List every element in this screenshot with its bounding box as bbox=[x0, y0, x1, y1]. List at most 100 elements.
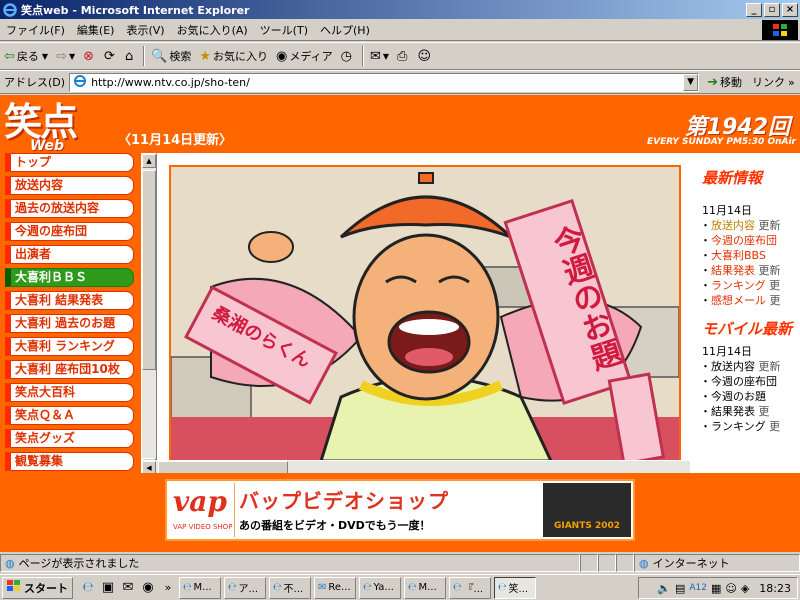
nav-item-goods[interactable]: 笑点グッズ bbox=[5, 429, 134, 448]
taskbar-button[interactable]: ℮ M... bbox=[404, 576, 446, 599]
news-item[interactable]: ・感想メール 更 bbox=[700, 293, 800, 308]
favorites-button[interactable]: ★ お気に入り bbox=[199, 48, 268, 64]
taskbar-button[interactable]: ℮ M... bbox=[179, 576, 221, 599]
scroll-up-icon[interactable]: ▲ bbox=[142, 154, 156, 168]
close-button[interactable]: × bbox=[782, 2, 798, 17]
page-icon bbox=[73, 74, 87, 91]
menu-help[interactable]: ヘルプ(H) bbox=[314, 22, 376, 38]
mobile-news-date: 11月14日 bbox=[702, 345, 752, 358]
minimize-button[interactable]: _ bbox=[746, 2, 762, 17]
nav-item-past-broadcast[interactable]: 過去の放送内容 bbox=[5, 199, 134, 218]
windows-flag-icon bbox=[7, 580, 21, 595]
links-button[interactable]: リンク bbox=[752, 74, 785, 90]
history-icon: ◷ bbox=[340, 48, 352, 64]
forward-arrow-icon: ⇨ bbox=[56, 48, 67, 64]
ime-icon[interactable]: A12 bbox=[689, 583, 707, 593]
vap-shop-title: バップビデオショップ bbox=[239, 489, 449, 513]
nav-item-top[interactable]: トップ bbox=[5, 153, 134, 172]
taskbar-button[interactable]: ✉ Re... bbox=[314, 576, 356, 599]
mobile-news-item[interactable]: ・放送内容 更新 bbox=[700, 359, 800, 374]
page-viewport[interactable]: 笑点 Web 〈11月14日更新〉 第1942回 EVERY SUNDAY PM… bbox=[0, 95, 800, 552]
links-chevron-icon[interactable]: » bbox=[788, 76, 795, 89]
taskbar-button[interactable]: ℮ 『... bbox=[449, 576, 491, 599]
go-button[interactable]: ➔ 移動 bbox=[707, 74, 742, 90]
messenger-button[interactable]: ☺ bbox=[417, 49, 433, 64]
antivirus-icon[interactable]: ◈ bbox=[741, 582, 749, 595]
back-button[interactable]: ⇦ 戻る ▼ bbox=[4, 48, 48, 64]
vap-tagline: あの番組をビデオ・DVDでもう一度！ bbox=[239, 519, 431, 532]
forward-button[interactable]: ⇨ ▼ bbox=[56, 49, 75, 64]
mobile-news-item[interactable]: ・結果発表 更 bbox=[700, 404, 800, 419]
favorites-icon: ★ bbox=[199, 48, 212, 64]
news-item[interactable]: ・大喜利BBS bbox=[700, 248, 800, 263]
news-item[interactable]: ・放送内容 更新 bbox=[700, 218, 800, 233]
onair-schedule: EVERY SUNDAY PM5:30 OnAir bbox=[646, 137, 796, 147]
desktop-quicklaunch-icon[interactable]: ▣ bbox=[99, 580, 117, 595]
taskbar: スタート ℮ ▣ ✉ ◉ » ℮ M... ℮ ア... ℮ 不... ✉ Re... … bbox=[0, 574, 800, 600]
nav-item-qa[interactable]: 笑点Ｑ＆Ａ bbox=[5, 406, 134, 425]
site-header: 笑点 Web 〈11月14日更新〉 第1942回 EVERY SUNDAY PM… bbox=[0, 95, 800, 154]
menu-file[interactable]: ファイル(F) bbox=[0, 22, 71, 38]
frame-vertical-scrollbar[interactable]: ▲ ▼ bbox=[141, 153, 157, 473]
nav-item-zabuton[interactable]: 今週の座布団 bbox=[5, 222, 134, 241]
status-pane bbox=[598, 554, 616, 572]
news-item[interactable]: ・結果発表 更新 bbox=[700, 263, 800, 278]
vap-banner[interactable]: vap VAP VIDEO SHOP バップビデオショップ あの番組をビデオ・D… bbox=[165, 479, 635, 541]
quicklaunch-more-icon[interactable]: » bbox=[159, 581, 177, 594]
print-button[interactable]: ⎙ bbox=[397, 49, 409, 64]
media-button[interactable]: ◉ メディア bbox=[276, 48, 333, 64]
messenger-tray-icon[interactable]: ☺ bbox=[725, 582, 736, 595]
taskbar-button[interactable]: ℮ Ya... bbox=[359, 576, 401, 599]
update-date: 〈11月14日更新〉 bbox=[118, 133, 233, 148]
nav-item-ten-zabuton[interactable]: 大喜利 座布団10枚 bbox=[5, 360, 134, 379]
restore-button[interactable]: ▫ bbox=[764, 2, 780, 17]
menu-tools[interactable]: ツール(T) bbox=[254, 22, 314, 38]
title-bar[interactable]: 笑点web - Microsoft Internet Explorer _ ▫ … bbox=[0, 0, 800, 19]
network-icon[interactable]: ▤ bbox=[675, 582, 685, 595]
refresh-button[interactable]: ⟳ bbox=[104, 49, 117, 64]
nav-item-ranking[interactable]: 大喜利 ランキング bbox=[5, 337, 134, 356]
nav-item-broadcast[interactable]: 放送内容 bbox=[5, 176, 134, 195]
news-item[interactable]: ・ランキング 更 bbox=[700, 278, 800, 293]
status-pane bbox=[616, 554, 634, 572]
ie-quicklaunch-icon[interactable]: ℮ bbox=[79, 580, 97, 595]
mail-button[interactable]: ✉ ▼ bbox=[370, 49, 389, 64]
nav-item-results[interactable]: 大喜利 結果発表 bbox=[5, 291, 134, 310]
address-input[interactable]: http://www.ntv.co.jp/sho-ten/ ▼ bbox=[69, 72, 700, 92]
security-icon[interactable]: ▦ bbox=[711, 582, 721, 595]
volume-icon[interactable]: 🔈 bbox=[657, 582, 671, 595]
status-text: ページが表示されました bbox=[18, 557, 140, 570]
toolbar-separator bbox=[143, 46, 146, 66]
taskbar-button[interactable]: ℮ 不... bbox=[269, 576, 311, 599]
media-quicklaunch-icon[interactable]: ◉ bbox=[139, 580, 157, 595]
scroll-thumb[interactable] bbox=[142, 170, 156, 370]
outlook-quicklaunch-icon[interactable]: ✉ bbox=[119, 580, 137, 595]
zone-pane: ◍ インターネット bbox=[634, 554, 800, 572]
back-arrow-icon: ⇦ bbox=[4, 48, 15, 64]
menu-favorites[interactable]: お気に入り(A) bbox=[171, 22, 254, 38]
mobile-news-item[interactable]: ・ランキング 更 bbox=[700, 419, 800, 434]
nav-item-audience[interactable]: 観覧募集 bbox=[5, 452, 134, 471]
mobile-news-item[interactable]: ・今週のお題 bbox=[700, 389, 800, 404]
search-button[interactable]: 🔍 検索 bbox=[151, 48, 191, 64]
site-logo[interactable]: 笑点 Web bbox=[4, 100, 78, 154]
news-item[interactable]: ・今週の座布団 bbox=[700, 233, 800, 248]
menu-view[interactable]: 表示(V) bbox=[120, 22, 170, 38]
address-label: アドレス(D) bbox=[4, 76, 66, 89]
nav-item-past-topics[interactable]: 大喜利 過去のお題 bbox=[5, 314, 134, 333]
nav-item-encyclopedia[interactable]: 笑点大百科 bbox=[5, 383, 134, 402]
start-button[interactable]: スタート bbox=[2, 576, 73, 599]
address-dropdown-icon[interactable]: ▼ bbox=[683, 73, 699, 91]
nav-item-bbs[interactable]: 大喜利ＢＢＳ bbox=[5, 268, 134, 287]
shoten-site: 笑点 Web 〈11月14日更新〉 第1942回 EVERY SUNDAY PM… bbox=[0, 95, 800, 552]
internet-zone-icon: ◍ bbox=[639, 556, 649, 570]
stop-button[interactable]: ⊗ bbox=[83, 49, 96, 64]
nav-item-cast[interactable]: 出演者 bbox=[5, 245, 134, 264]
taskbar-button[interactable]: ℮ ア... bbox=[224, 576, 266, 599]
taskbar-button-active[interactable]: ℮ 笑... bbox=[494, 576, 536, 599]
mobile-news-item[interactable]: ・今週の座布団 bbox=[700, 374, 800, 389]
history-button[interactable]: ◷ bbox=[341, 49, 354, 64]
windows-logo-icon bbox=[762, 20, 798, 40]
menu-edit[interactable]: 編集(E) bbox=[71, 22, 121, 38]
home-button[interactable]: ⌂ bbox=[125, 49, 135, 64]
